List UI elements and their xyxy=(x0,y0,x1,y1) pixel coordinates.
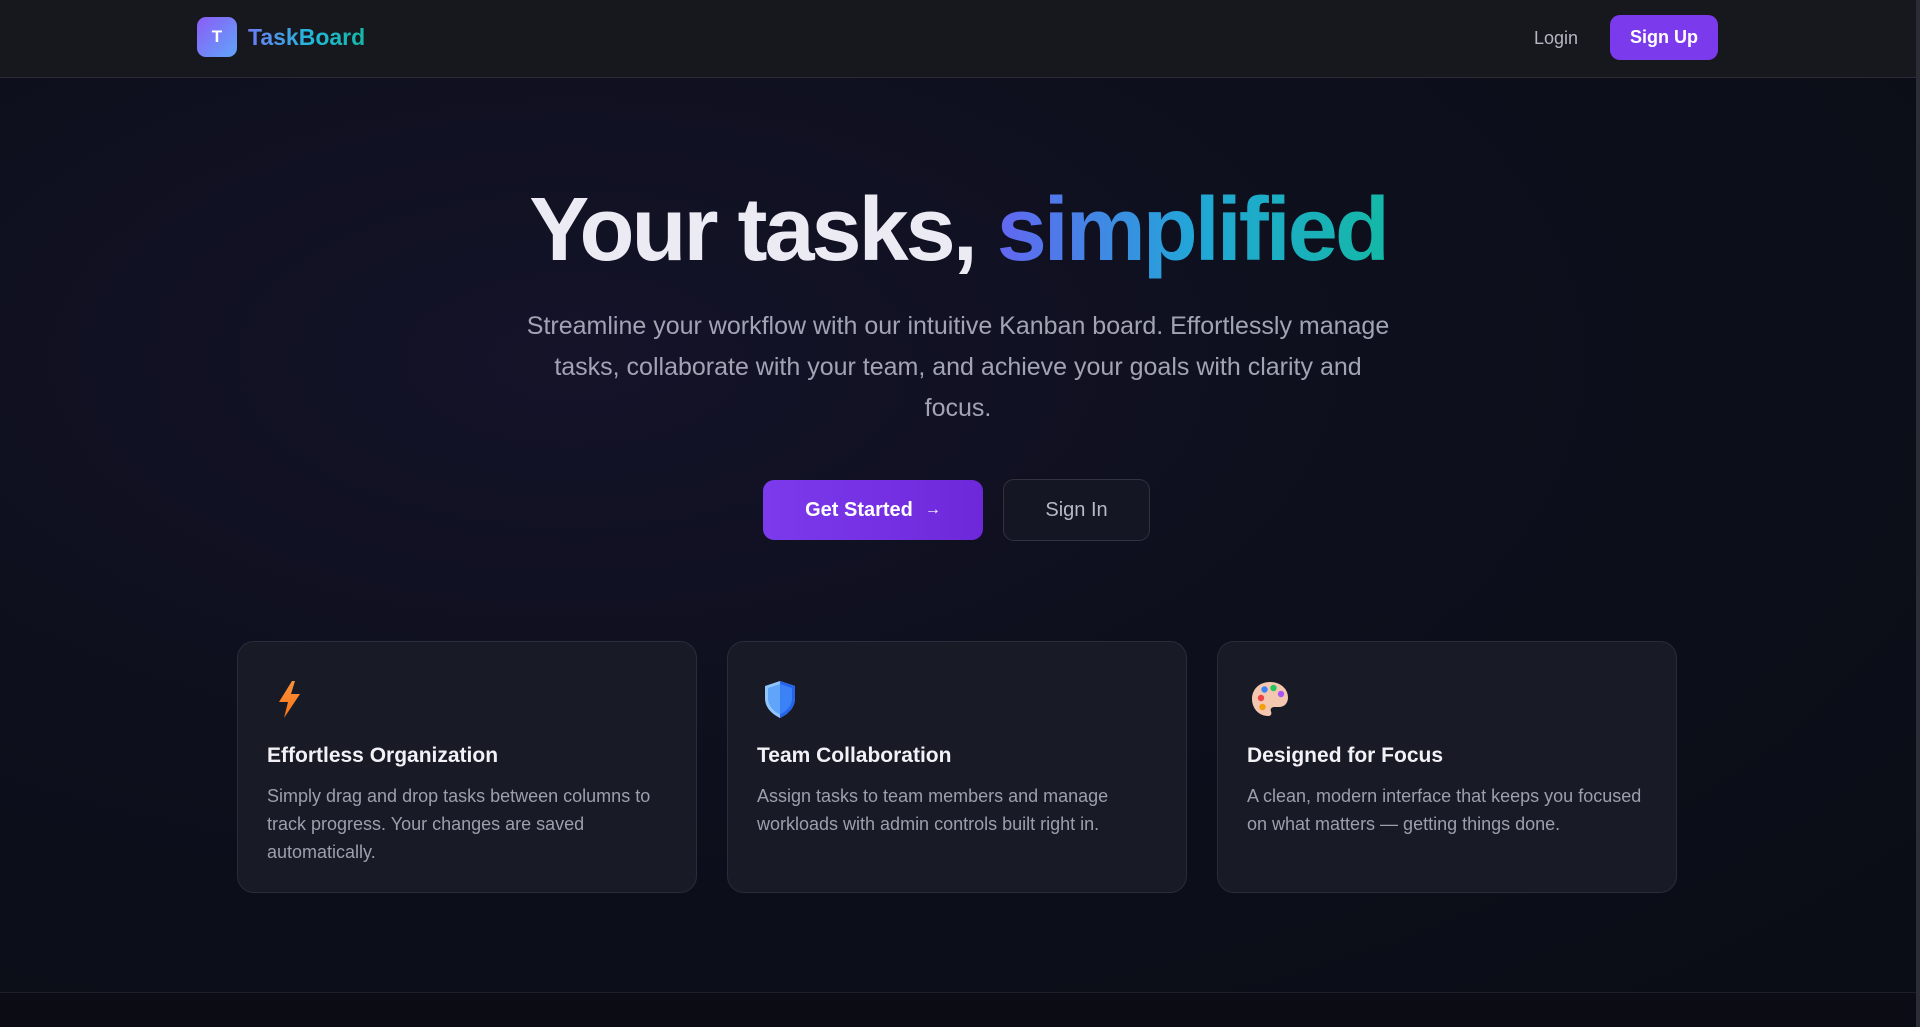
arrow-right-icon: → xyxy=(924,501,941,518)
get-started-button[interactable]: Get Started → xyxy=(763,480,983,540)
feature-card-collaboration: Team Collaboration Assign tasks to team … xyxy=(727,641,1187,893)
hero-title-accent: simplified xyxy=(996,180,1390,280)
hero-subtitle: Streamline your workflow with our intuit… xyxy=(526,312,1390,422)
feature-description: Simply drag and drop tasks between colum… xyxy=(267,786,651,862)
sign-in-button[interactable]: Sign In xyxy=(1003,479,1150,541)
top-navbar: T TaskBoard Login Sign Up xyxy=(0,0,1916,78)
shield-icon xyxy=(765,681,795,718)
palette-icon xyxy=(1252,682,1288,716)
feature-description: A clean, modern interface that keeps you… xyxy=(1247,786,1642,834)
get-started-label: Get Started xyxy=(805,498,913,521)
page-scrollbar[interactable] xyxy=(1916,0,1920,1027)
feature-title: Effortless Organization xyxy=(267,744,499,767)
feature-card-focus: Designed for Focus A clean, modern inter… xyxy=(1217,641,1677,893)
brand-logo: T xyxy=(197,17,237,57)
feature-card-organization: Effortless Organization Simply drag and … xyxy=(237,641,697,893)
signup-button[interactable]: Sign Up xyxy=(1610,15,1718,60)
feature-description: Assign tasks to team members and manage … xyxy=(757,786,1109,834)
hero-title-main: Your tasks, xyxy=(529,180,997,280)
landing-page: T TaskBoard Login Sign Up Your tasks, si… xyxy=(0,0,1916,1027)
brand[interactable]: T TaskBoard xyxy=(197,17,365,57)
feature-title: Designed for Focus xyxy=(1247,744,1444,767)
lightning-icon xyxy=(279,681,300,718)
feature-title: Team Collaboration xyxy=(757,744,952,767)
footer-divider xyxy=(0,992,1916,1027)
hero-title: Your tasks, simplified xyxy=(0,178,1916,282)
brand-name: TaskBoard xyxy=(248,23,366,50)
login-link[interactable]: Login xyxy=(1518,22,1594,54)
